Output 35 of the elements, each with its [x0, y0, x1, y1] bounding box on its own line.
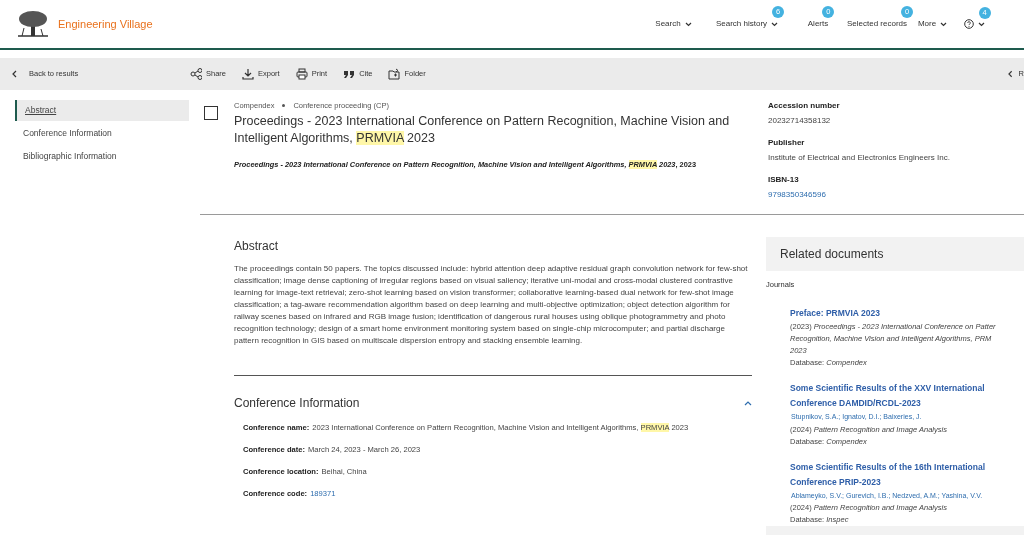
collapse-toggle-icon[interactable] — [744, 400, 752, 406]
checkbox[interactable] — [204, 106, 218, 120]
help-icon — [963, 19, 974, 29]
nav-link[interactable] — [963, 19, 985, 29]
bullet-icon — [282, 104, 286, 108]
nav-link[interactable]: Search — [655, 18, 692, 30]
sidebar-item[interactable]: Bibliographic Information — [15, 145, 189, 167]
quote-icon — [343, 68, 356, 80]
record-title: Proceedings - 2023 International Conference on Pattern Recognition, Machine Vision and Intelligent Algorithms, PRMVIA 2023 — [234, 113, 731, 148]
document-link[interactable]: Some Scientific Results of the XXV International Conference DAMDID/RCDL-2023 — [790, 381, 1024, 412]
field-label: ISBN-13 — [768, 174, 800, 186]
field-value: Institute of Electrical and Electronics Engineers Inc. — [768, 152, 951, 164]
section-heading: Conference Information — [234, 395, 360, 412]
document-link[interactable]: Preface: PRMVIA 2023 — [790, 306, 1024, 322]
field-value: 20232714358132 — [768, 115, 832, 127]
isbn-link[interactable]: 9798350346596 — [768, 189, 1008, 201]
printer-icon — [295, 68, 308, 80]
section-heading: Abstract — [234, 238, 279, 255]
chevron-left-icon — [1008, 70, 1013, 78]
nav-link[interactable]: Alerts — [807, 18, 829, 30]
download-icon — [242, 68, 254, 80]
share-icon — [190, 68, 202, 80]
chevron-left-icon — [12, 70, 17, 78]
nav-link[interactable]: More — [917, 18, 948, 30]
panel-heading: Related documents — [780, 246, 885, 263]
folder-icon — [388, 68, 401, 80]
field-label: Accession number — [768, 100, 841, 112]
nav-link[interactable]: Search history — [715, 18, 779, 30]
field-label: Publisher — [768, 137, 806, 149]
document-link[interactable]: Some Scientific Results of the 16th International Conference PRIP-2023 — [790, 459, 1024, 490]
nav-link[interactable]: Selected records — [847, 18, 907, 30]
abstract-text: The proceedings contain 50 papers. The topics discussed include: hybrid attention deep adaptive residual graph convolution network for few-shot classification; image dense captioning of irregular regions based on visual saliency; iterative uni-modal and cross-modal clustered contrastive learning for image-text retrieval; zero-shot learning based on vision transformer; collaborative learning-based dual network for few-shot image classification; a tag-aware recommendation algorithm based on deep learning and multi-objective optimization; object detection algorithm for railway scenes based on infrared and RGB image fusion; identification of dangerous rural houses using oblique photogrammetry and photo recognition technology; design of a smart home environment monitoring system based on single-chip microcomputer; and partial discharge pattern recognition in GIS based on multiscale dispersion entropy and stacking ensemble learning. — [234, 263, 749, 347]
sidebar-item[interactable]: Abstract — [15, 100, 189, 121]
sidebar-item[interactable]: Conference Information — [15, 122, 189, 144]
tree-logo-icon — [16, 10, 50, 38]
